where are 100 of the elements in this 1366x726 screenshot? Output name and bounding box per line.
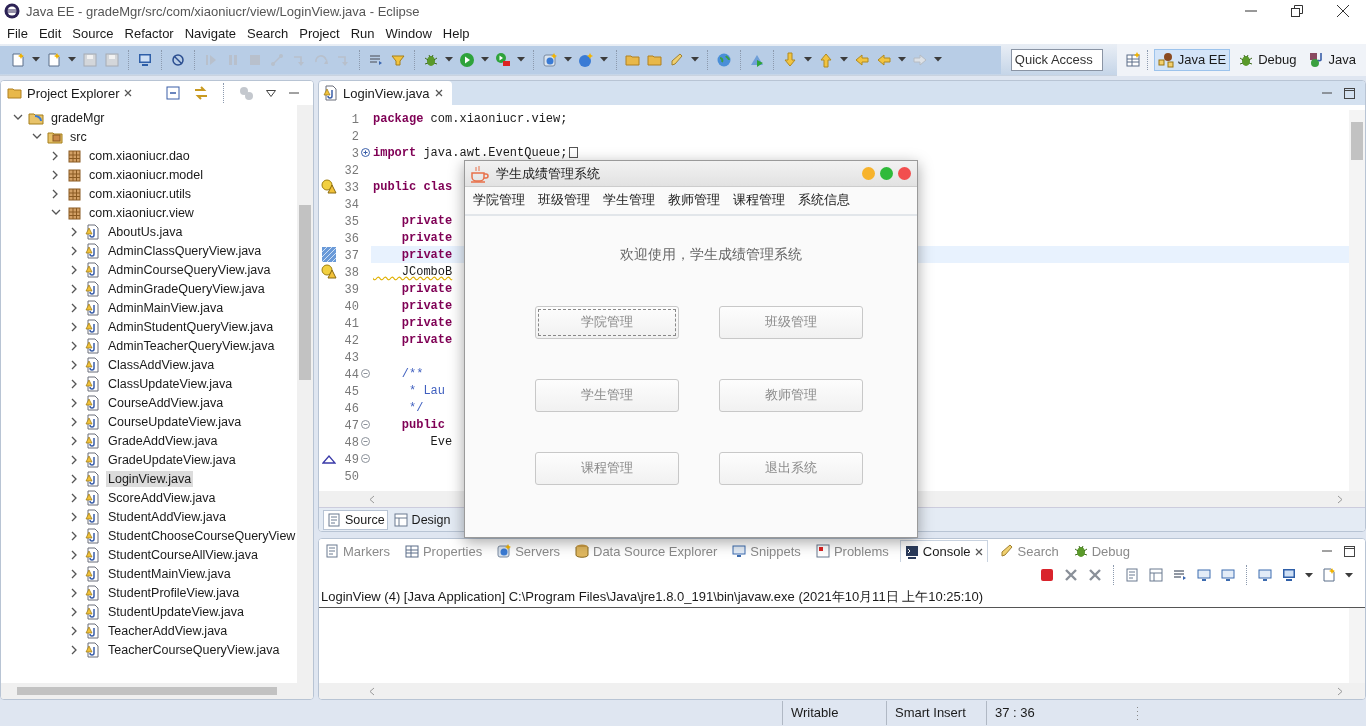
menu-item[interactable]: Help bbox=[437, 23, 475, 43]
view-tab[interactable]: Search bbox=[995, 540, 1062, 562]
menu-item[interactable]: File bbox=[2, 23, 33, 43]
menu-item[interactable]: 系统信息 bbox=[793, 192, 855, 209]
new-file-icon[interactable] bbox=[10, 51, 26, 68]
tree-item[interactable]: AdminTeacherQueryView.java bbox=[106, 337, 277, 354]
view-menu-icon[interactable] bbox=[266, 89, 277, 97]
tree-item[interactable]: GradeAddView.java bbox=[106, 432, 220, 449]
menu-item[interactable]: Edit bbox=[33, 23, 67, 43]
terminate-icon[interactable] bbox=[1039, 567, 1055, 583]
caret-icon[interactable] bbox=[934, 57, 942, 62]
tree-item[interactable]: StudentChooseCourseQueryView bbox=[106, 527, 297, 544]
pin-screen-icon[interactable] bbox=[1196, 567, 1212, 583]
word-wrap-icon[interactable] bbox=[1172, 567, 1188, 583]
view-tab[interactable]: Snippets bbox=[728, 540, 804, 562]
editor-mode-tab[interactable]: Source bbox=[323, 509, 388, 530]
collapse-all-icon[interactable] bbox=[165, 85, 182, 101]
caret-icon[interactable] bbox=[804, 57, 812, 62]
perspective-button[interactable]: Debug bbox=[1234, 48, 1301, 71]
view-tab[interactable]: Debug bbox=[1069, 540, 1133, 562]
view-tab-title[interactable]: Markers bbox=[343, 543, 390, 559]
restore-icon[interactable] bbox=[1291, 5, 1303, 17]
maximize-icon[interactable] bbox=[1343, 545, 1355, 557]
tree-item[interactable]: StudentCourseAllView.java bbox=[106, 546, 260, 563]
menu-button[interactable]: 学院管理 bbox=[535, 306, 679, 339]
menu-button[interactable]: 学生管理 bbox=[535, 379, 679, 412]
fold-minus-icon[interactable] bbox=[360, 454, 370, 463]
vertical-scrollbar[interactable] bbox=[1349, 608, 1365, 683]
vertical-scrollbar[interactable] bbox=[1349, 110, 1365, 491]
caret-icon[interactable] bbox=[1305, 572, 1313, 578]
tree-item[interactable]: AdminStudentQueryView.java bbox=[106, 318, 276, 335]
view-tab[interactable]: Servers bbox=[493, 540, 563, 562]
tree-item[interactable]: com.xiaoniucr.utils bbox=[87, 185, 194, 202]
menu-item[interactable]: Window bbox=[380, 23, 437, 43]
caret-icon[interactable] bbox=[898, 57, 906, 62]
tree-item[interactable]: TeacherCourseQueryView.java bbox=[106, 641, 282, 658]
fold-minus-icon[interactable] bbox=[360, 420, 370, 429]
tree-item[interactable]: AboutUs.java bbox=[106, 223, 185, 240]
menu-item[interactable]: Run bbox=[345, 23, 380, 43]
caret-icon[interactable] bbox=[517, 57, 525, 62]
tree-item[interactable]: gradeMgr bbox=[49, 109, 107, 126]
tree-item[interactable]: StudentMainView.java bbox=[106, 565, 233, 582]
menu-button[interactable]: 课程管理 bbox=[535, 452, 679, 485]
screen-alert-icon[interactable] bbox=[1220, 567, 1236, 583]
close-icon[interactable] bbox=[973, 546, 984, 557]
tree-item[interactable]: CourseAddView.java bbox=[106, 394, 226, 411]
caret-icon[interactable] bbox=[481, 57, 489, 62]
view-tab-title[interactable]: Project Explorer bbox=[27, 85, 120, 101]
view-tab-title[interactable]: Data Source Explorer bbox=[593, 543, 718, 559]
tree-item[interactable]: TeacherAddView.java bbox=[106, 622, 230, 639]
tree-item[interactable]: ClassAddView.java bbox=[106, 356, 217, 373]
menu-item[interactable]: 班级管理 bbox=[533, 192, 595, 209]
tree-item[interactable]: StudentAddView.java bbox=[106, 508, 228, 525]
fold-minus-icon[interactable] bbox=[360, 437, 370, 446]
menu-item[interactable]: 学院管理 bbox=[468, 192, 530, 209]
caret-icon[interactable] bbox=[600, 57, 608, 62]
remove-icon[interactable] bbox=[1063, 567, 1079, 583]
caret-icon[interactable] bbox=[445, 57, 453, 62]
close-icon[interactable] bbox=[123, 88, 134, 98]
horizontal-scrollbar[interactable] bbox=[1, 683, 313, 699]
view-tab-title[interactable]: Debug bbox=[1091, 543, 1130, 559]
view-tab[interactable]: Console bbox=[899, 540, 988, 562]
fold-plus-icon[interactable] bbox=[360, 148, 370, 157]
tree-item[interactable]: StudentUpdateView.java bbox=[106, 603, 246, 620]
view-tab-title[interactable]: Console bbox=[922, 544, 971, 559]
tree-item[interactable]: src bbox=[68, 128, 89, 145]
run-icon[interactable] bbox=[459, 51, 475, 68]
scroll-lock-icon[interactable] bbox=[1148, 567, 1164, 583]
server-icon[interactable] bbox=[542, 51, 558, 68]
perspective-button[interactable]: Java EE bbox=[1153, 48, 1231, 71]
fold-minus-icon[interactable] bbox=[360, 369, 370, 378]
view-tab[interactable]: Properties bbox=[400, 540, 486, 562]
tree-item[interactable]: com.xiaoniucr.view bbox=[87, 204, 196, 221]
caret-icon[interactable] bbox=[32, 57, 40, 62]
close-icon[interactable] bbox=[1337, 5, 1349, 17]
menu-item[interactable]: 学生管理 bbox=[598, 192, 660, 209]
editor-tab-title[interactable]: LoginView.java bbox=[343, 85, 430, 101]
maximize-icon[interactable] bbox=[1343, 87, 1355, 99]
link-arrows-icon[interactable] bbox=[193, 85, 210, 101]
menu-item[interactable]: Source bbox=[67, 23, 119, 43]
caret-icon[interactable] bbox=[1345, 572, 1353, 578]
menu-button[interactable]: 班级管理 bbox=[719, 306, 863, 339]
vertical-scrollbar[interactable] bbox=[297, 105, 313, 683]
view-tab-title[interactable]: Search bbox=[1017, 543, 1059, 559]
new-page-icon[interactable] bbox=[46, 51, 62, 68]
tree-item[interactable]: ClassUpdateView.java bbox=[106, 375, 235, 392]
tree-item[interactable]: AdminGradeQueryView.java bbox=[106, 280, 267, 297]
tree-item[interactable]: CourseUpdateView.java bbox=[106, 413, 244, 430]
close-icon[interactable] bbox=[433, 88, 444, 98]
open-perspective-icon[interactable] bbox=[1124, 51, 1141, 68]
caret-icon[interactable] bbox=[68, 57, 76, 62]
monitor-icon[interactable] bbox=[137, 51, 153, 68]
view-tab[interactable]: Data Source Explorer bbox=[571, 540, 721, 562]
view-tab[interactable]: Problems bbox=[811, 540, 892, 562]
menu-item[interactable]: Search bbox=[242, 23, 294, 43]
view-tab-title[interactable]: Properties bbox=[422, 543, 483, 559]
tree-item[interactable]: AdminMainView.java bbox=[106, 299, 226, 316]
view-tab[interactable]: Markers bbox=[321, 540, 393, 562]
tree-item[interactable]: com.xiaoniucr.model bbox=[87, 166, 205, 183]
editor-mode-tab[interactable]: Design bbox=[389, 509, 454, 530]
